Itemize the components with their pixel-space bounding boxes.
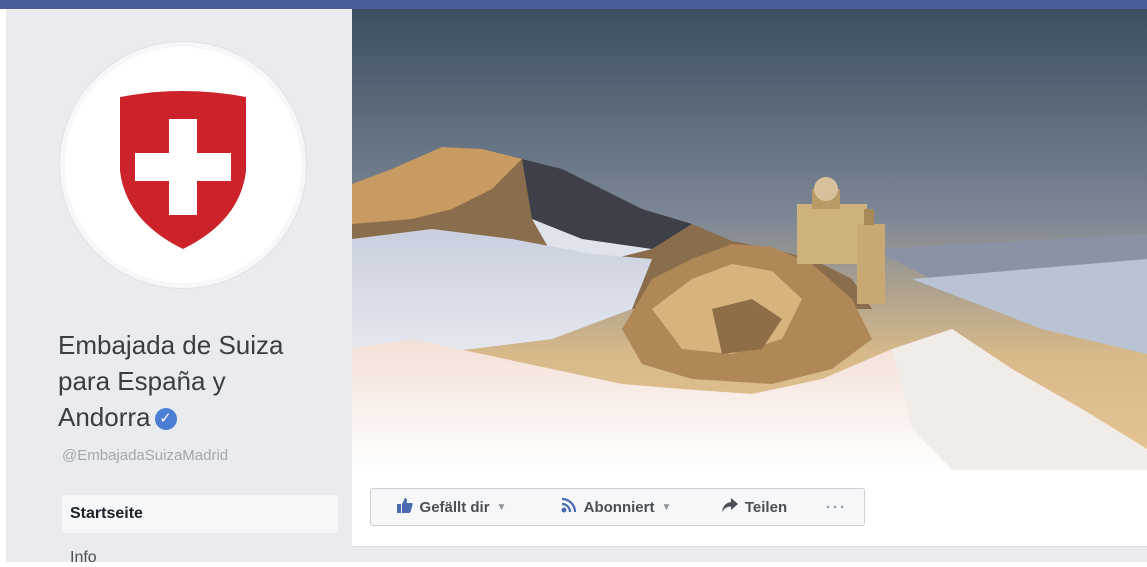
left-column: Embajada de Suiza para España y Andorra ✓… xyxy=(6,9,352,566)
verified-badge-icon: ✓ xyxy=(154,408,177,430)
page-title-line: Andorra ✓ xyxy=(58,399,348,435)
page-title-line: para España y xyxy=(58,366,226,396)
subscribe-button-label: Abonniert xyxy=(583,498,655,516)
nav-item-info[interactable]: Info xyxy=(70,549,97,567)
page-title-line: Embajada de Suiza xyxy=(58,330,284,360)
swiss-coat-of-arms-icon xyxy=(120,91,246,249)
nav-item-startseite[interactable]: Startseite xyxy=(62,495,338,533)
top-accent-bar xyxy=(0,0,1147,9)
page-title: Embajada de Suiza para España y Andorra ✓ xyxy=(58,327,348,435)
profile-picture[interactable] xyxy=(60,42,306,288)
more-options-button[interactable]: ··· xyxy=(809,488,865,526)
subscribe-button[interactable]: Abonniert ▼ xyxy=(532,488,701,526)
page-title-text: Andorra xyxy=(58,402,151,432)
share-button-label: Teilen xyxy=(744,498,788,516)
ellipsis-icon: ··· xyxy=(826,498,847,516)
page-handle[interactable]: @EmbajadaSuizaMadrid xyxy=(62,447,228,464)
cover-photo[interactable] xyxy=(352,9,1147,470)
rss-icon xyxy=(561,497,577,517)
cover-photo-image xyxy=(352,9,1147,470)
page-action-bar: Gefällt dir ▼ Abonniert ▼ Teilen ··· xyxy=(352,470,1147,547)
chevron-down-icon: ▼ xyxy=(661,501,672,513)
like-button-label: Gefällt dir xyxy=(419,498,490,516)
like-button[interactable]: Gefällt dir ▼ xyxy=(370,488,533,526)
share-arrow-icon xyxy=(721,498,738,516)
thumbs-up-icon xyxy=(396,497,413,517)
share-button[interactable]: Teilen xyxy=(700,488,810,526)
chevron-down-icon: ▼ xyxy=(496,501,507,513)
